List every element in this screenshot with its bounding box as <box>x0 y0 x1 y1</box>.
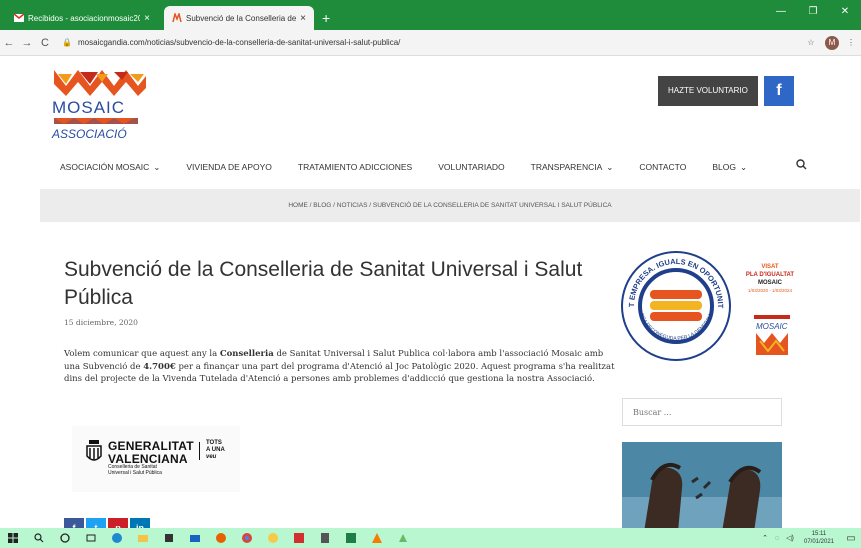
mosaic-logo[interactable]: MOSAIC ASSOCIACIÓ <box>50 66 150 146</box>
nav-item-voluntariado[interactable]: VOLUNTARIADO <box>438 162 504 173</box>
forward-arrow-icon[interactable]: → <box>18 37 36 49</box>
main-nav: ASOCIACIÓN MOSAIC ⌄ VIVIENDA DE APOYO TRA… <box>60 162 773 173</box>
breadcrumb-blog[interactable]: BLOG <box>313 202 331 209</box>
chrome-icon[interactable] <box>234 528 260 548</box>
browser-window: Recibidos - asociacionmosaic20... × Subv… <box>0 0 861 548</box>
menu-kebab-icon[interactable]: ⋮ <box>847 38 857 47</box>
share-twitter-button[interactable]: t <box>86 518 106 528</box>
mosaic-mini-logo: MOSAIC <box>754 315 790 355</box>
tab-title: Subvenció de la Conselleria de S... <box>186 13 297 23</box>
equality-award-seal: FENT EMPRESA. IGUALS EN OPORTUNITATS MAR… <box>620 250 731 361</box>
address-bar: ← → C 🔒 mosaicgandia.com/noticias/subven… <box>0 30 861 56</box>
generalitat-name: GENERALITAT VALENCIANA <box>108 439 194 466</box>
back-arrow-icon[interactable]: ← <box>0 37 18 49</box>
share-pinterest-button[interactable]: p <box>108 518 128 528</box>
nav-item-tratamiento[interactable]: TRATAMIENTO ADICCIONES <box>298 162 412 173</box>
tab-bar: Recibidos - asociacionmosaic20... × Subv… <box>0 0 861 30</box>
new-tab-button[interactable]: + <box>322 10 330 26</box>
network-icon[interactable]: ◌ <box>771 535 783 542</box>
breadcrumb-noticias[interactable]: NOTICIAS <box>337 202 368 209</box>
nav-item-transparencia[interactable]: TRANSPARENCIA ⌄ <box>531 162 614 173</box>
close-tab-icon[interactable]: × <box>144 13 150 24</box>
notifications-icon[interactable]: ▭ <box>841 533 861 544</box>
vlc-icon[interactable] <box>364 528 390 548</box>
volunteer-button[interactable]: HAZTE VOLUNTARIO <box>658 76 758 106</box>
gmail-icon <box>14 13 24 22</box>
post-title: Subvenció de la Conselleria de Sanitat U… <box>64 258 583 309</box>
conselleria-name: Conselleria de Sanitat Universal i Salut … <box>108 464 162 476</box>
file-explorer-icon[interactable] <box>130 528 156 548</box>
facebook-button[interactable]: f <box>763 76 794 106</box>
crest-icon <box>86 440 102 461</box>
chevron-down-icon: ⌄ <box>739 162 748 172</box>
chevron-down-icon: ⌄ <box>606 162 614 172</box>
paint-icon[interactable] <box>390 528 416 548</box>
reload-icon[interactable]: C <box>36 37 54 49</box>
acrobat-icon[interactable] <box>286 528 312 548</box>
share-facebook-button[interactable]: f <box>64 518 84 528</box>
store-icon[interactable] <box>156 528 182 548</box>
svg-text:MOSAIC: MOSAIC <box>52 98 125 117</box>
search-icon[interactable] <box>796 159 807 173</box>
bookmark-star-icon[interactable]: ☆ <box>803 38 819 47</box>
spreadsheet-icon[interactable] <box>338 528 364 548</box>
divider <box>199 442 200 460</box>
chevron-up-icon[interactable]: ⌃ <box>759 534 771 542</box>
edge-icon[interactable] <box>104 528 130 548</box>
tab-mosaic[interactable]: Subvenció de la Conselleria de S... × <box>164 6 314 30</box>
search-taskbar-icon[interactable] <box>26 528 52 548</box>
url-field[interactable]: 🔒 mosaicgandia.com/noticias/subvencio-de… <box>62 34 803 52</box>
promo-image[interactable] <box>622 442 782 528</box>
breadcrumb: HOME / BLOG / NOTICIAS / SUBVENCIÓ DE LA… <box>40 189 860 222</box>
lock-icon: 🔒 <box>62 38 72 47</box>
task-view-icon[interactable] <box>78 528 104 548</box>
window-controls: — ❐ ✕ <box>765 0 861 30</box>
svg-text:ASSOCIACIÓ: ASSOCIACIÓ <box>51 126 127 141</box>
breadcrumb-current: SUBVENCIÓ DE LA CONSELLERIA DE SANITAT U… <box>372 202 612 209</box>
sidebar-search-input[interactable] <box>622 398 782 426</box>
header-cta: HAZTE VOLUNTARIO f <box>658 76 794 106</box>
mosaic-favicon <box>172 13 182 23</box>
post-date: 15 diciembre, 2020 <box>64 318 138 327</box>
windows-start-icon[interactable] <box>0 528 26 548</box>
calculator-icon[interactable] <box>312 528 338 548</box>
profile-avatar[interactable]: M <box>825 35 839 50</box>
nav-item-vivienda[interactable]: VIVIENDA DE APOYO <box>186 162 272 173</box>
maximize-button[interactable]: ❐ <box>797 0 829 30</box>
svg-text:MOSAIC: MOSAIC <box>756 322 788 331</box>
tots-a-una-veu: TOTS A UNA veu <box>206 440 225 460</box>
share-linkedin-button[interactable]: in <box>130 518 150 528</box>
close-tab-icon[interactable]: × <box>300 13 306 24</box>
chevron-down-icon: ⌄ <box>153 162 161 172</box>
share-buttons: f t p in <box>64 518 150 528</box>
tab-gmail[interactable]: Recibidos - asociacionmosaic20... × <box>6 6 158 30</box>
clock[interactable]: 15:11 07/01/2021 <box>797 530 841 546</box>
web-page: MOSAIC ASSOCIACIÓ HAZTE VOLUNTARIO f ASO… <box>0 56 861 528</box>
mail-icon[interactable] <box>182 528 208 548</box>
minimize-button[interactable]: — <box>765 0 797 30</box>
volume-icon[interactable]: ◁) <box>783 534 797 542</box>
nav-item-contacto[interactable]: CONTACTO <box>639 162 686 173</box>
close-window-button[interactable]: ✕ <box>829 0 861 30</box>
nav-item-blog[interactable]: BLOG ⌄ <box>712 162 747 173</box>
nav-item-asociacion[interactable]: ASOCIACIÓN MOSAIC ⌄ <box>60 162 160 173</box>
url-text: mosaicgandia.com/noticias/subvencio-de-l… <box>78 38 401 47</box>
breadcrumb-home[interactable]: HOME <box>288 202 308 209</box>
system-tray: ⌃ ◌ ◁) 15:11 07/01/2021 ▭ <box>759 528 861 548</box>
tab-title: Recibidos - asociacionmosaic20... <box>28 13 141 23</box>
taskbar: ⌃ ◌ ◁) 15:11 07/01/2021 ▭ <box>0 528 861 548</box>
mosaic-logo-graphic: MOSAIC ASSOCIACIÓ <box>51 70 146 141</box>
app-icon[interactable] <box>260 528 286 548</box>
cortana-icon[interactable] <box>52 528 78 548</box>
post-body: Volem comunicar que aquest any la Consel… <box>64 349 615 384</box>
visat-label: VISAT PLA D'IGUALTAT MOSAIC 1/03/2020 - … <box>745 264 795 293</box>
generalitat-logo: GENERALITAT VALENCIANA TOTS A UNA veu Conse… <box>72 426 240 492</box>
firefox-icon[interactable] <box>208 528 234 548</box>
